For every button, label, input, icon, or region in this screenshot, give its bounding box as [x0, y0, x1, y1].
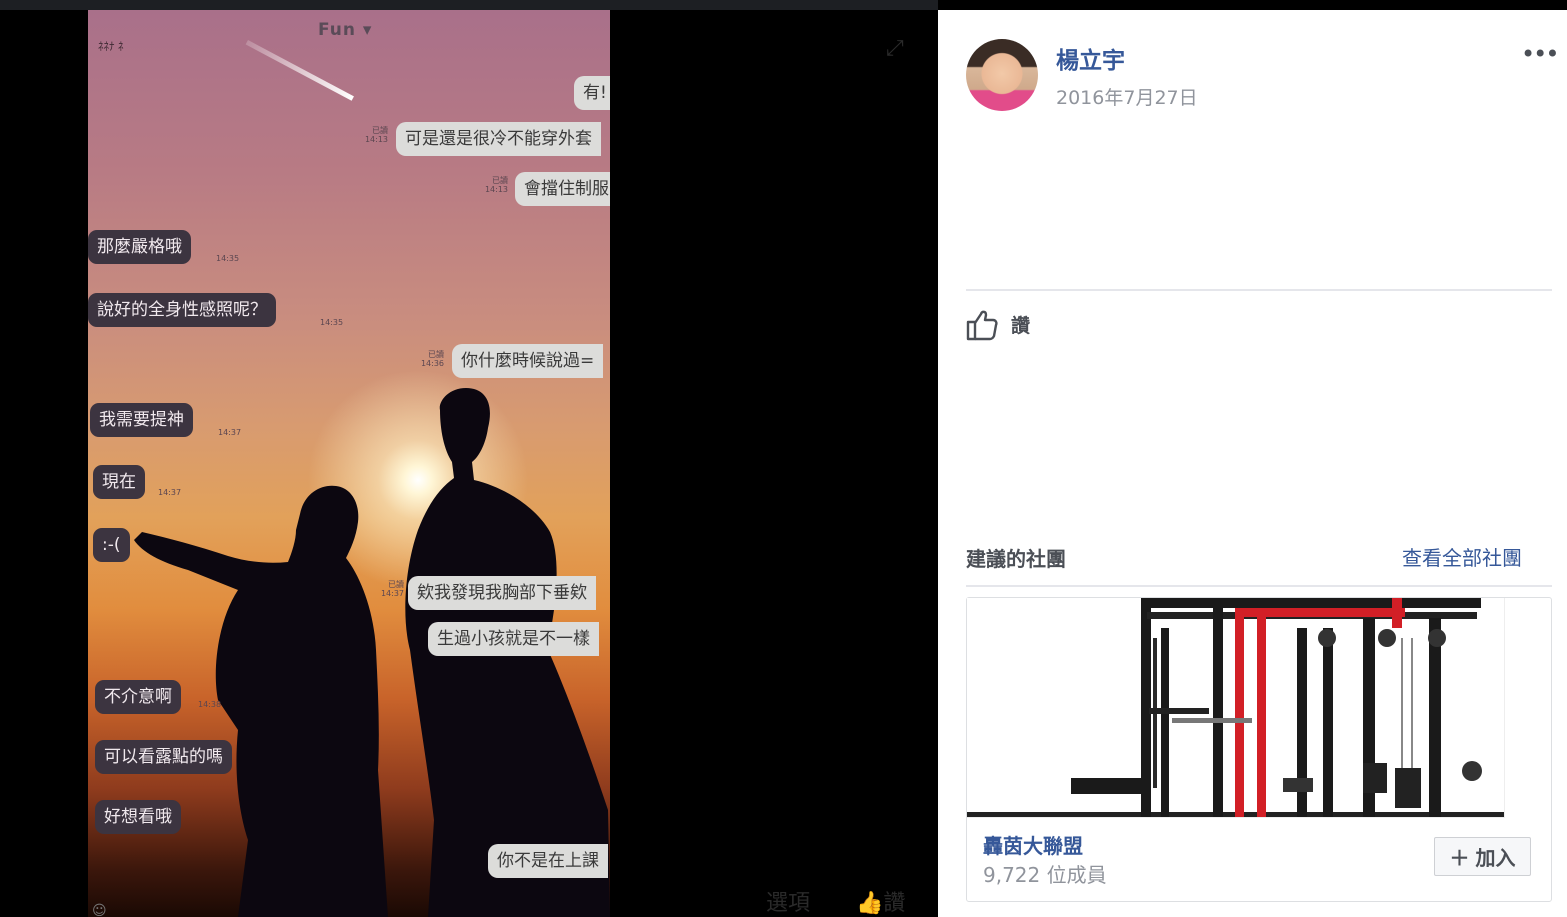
post-date[interactable]: 2016年7月27日	[1056, 83, 1198, 110]
read-receipt: 已讀 14:37	[380, 580, 404, 598]
divider	[966, 585, 1552, 587]
chat-message-out: 你什麼時候說過=	[452, 344, 604, 378]
chat-message-in: 我需要提神	[90, 403, 193, 437]
message-time: 14:35	[216, 254, 240, 263]
chat-message-in: :-(	[93, 528, 130, 562]
chat-message-in: 現在	[93, 465, 145, 499]
read-receipt: 已讀 14:13	[484, 176, 508, 194]
chat-message-in: 可以看露點的嗎	[95, 740, 232, 774]
suggested-groups-title: 建議的社團	[966, 547, 1066, 571]
message-time: 14:37	[218, 428, 242, 437]
avatar[interactable]	[966, 39, 1038, 111]
chat-message-out: 欸我發現我胸部下垂欸	[408, 576, 596, 610]
read-receipt: 已讀 14:36	[420, 350, 444, 368]
photo-viewer: ﾈﾈﾅ ﾈ Fun ▾ 有! 已讀 14:13 可是還是很冷不能穿外套 已讀 14:…	[0, 0, 938, 917]
group-name-link[interactable]: 轟茵大聯盟	[983, 830, 1083, 859]
top-nav-strip	[0, 0, 938, 10]
more-options-button[interactable]: •••	[1521, 40, 1559, 68]
chat-message-out: 生過小孩就是不一樣	[428, 622, 599, 656]
read-receipt: 已讀 14:13	[364, 126, 388, 144]
post-author[interactable]: 楊立宇	[1056, 41, 1125, 75]
chat-message-in: 不介意啊	[95, 680, 181, 714]
message-time: 14:35	[320, 318, 344, 327]
chat-message-out: 你不是在上課	[488, 844, 608, 878]
emoji-icon: ☺	[92, 903, 107, 917]
chat-message-out: 會擋住制服	[515, 172, 610, 206]
like-button[interactable]: 讚	[966, 308, 1030, 341]
fullscreen-icon[interactable]: ⤢	[886, 36, 904, 61]
viewer-like-button[interactable]: 👍讚	[856, 885, 905, 917]
chat-message-out: 有!	[574, 76, 610, 110]
options-button[interactable]: 選項	[766, 885, 810, 917]
chat-message-out: 可是還是很冷不能穿外套	[396, 122, 601, 156]
chat-screenshot-photo[interactable]: ﾈﾈﾅ ﾈ Fun ▾ 有! 已讀 14:13 可是還是很冷不能穿外套 已讀 14:…	[88, 10, 610, 917]
join-label: 加入	[1475, 846, 1516, 870]
suggested-group-card: 轟茵大聯盟 9,722 位成員 ＋ 加入	[966, 597, 1552, 902]
plus-icon: ＋	[1449, 846, 1470, 870]
chat-message-in: 好想看哦	[95, 800, 181, 834]
chat-message-in: 那麼嚴格哦	[88, 230, 191, 264]
like-icon: 👍	[856, 891, 884, 916]
message-time: 14:38	[198, 700, 222, 709]
see-all-groups-link[interactable]: 查看全部社團	[1402, 542, 1522, 571]
group-cover-image[interactable]	[967, 598, 1505, 818]
join-group-button[interactable]: ＋ 加入	[1434, 837, 1531, 876]
group-member-count: 9,722 位成員	[983, 863, 1107, 887]
gym-rack-image	[967, 598, 1504, 817]
like-label: 讚	[1011, 315, 1031, 337]
post-sidebar: 楊立宇 2016年7月27日 ••• 讚 建議的社團 查看全部社團 轟茵大聯盟 …	[938, 10, 1567, 917]
chat-message-in: 說好的全身性感照呢？	[88, 293, 276, 327]
thumbs-up-icon	[966, 310, 998, 341]
divider	[966, 289, 1552, 291]
message-time: 14:37	[158, 488, 182, 497]
